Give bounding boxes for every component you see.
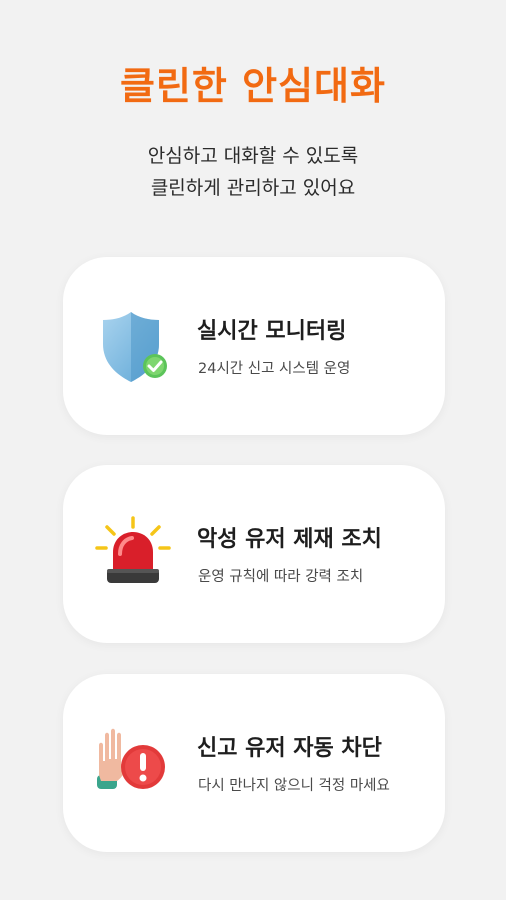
hand-stop-alert-icon: [93, 723, 173, 803]
feature-title: 악성 유저 제재 조치: [197, 527, 382, 552]
page-title: 클린한 안심대화: [120, 64, 386, 108]
feature-card-monitoring: 실시간 모니터링 24시간 신고 시스템 운영: [63, 257, 445, 435]
siren-icon: [93, 514, 173, 594]
feature-description: 다시 만나지 않으니 걱정 마세요: [198, 778, 390, 794]
page-subtitle: 안심하고 대화할 수 있도록 클린하게 관리하고 있어요: [0, 140, 506, 204]
feature-title: 신고 유저 자동 차단: [197, 736, 382, 761]
feature-card-sanction: 악성 유저 제재 조치 운영 규칙에 따라 강력 조치: [63, 465, 445, 643]
feature-card-auto-block: 신고 유저 자동 차단 다시 만나지 않으니 걱정 마세요: [63, 674, 445, 852]
subtitle-line-2: 클린하게 관리하고 있어요: [150, 177, 356, 199]
feature-description: 24시간 신고 시스템 운영: [198, 361, 351, 377]
shield-check-icon: [93, 306, 173, 386]
subtitle-line-1: 안심하고 대화할 수 있도록: [147, 145, 359, 167]
feature-title: 실시간 모니터링: [197, 319, 347, 344]
feature-description: 운영 규칙에 따라 강력 조치: [198, 569, 364, 585]
